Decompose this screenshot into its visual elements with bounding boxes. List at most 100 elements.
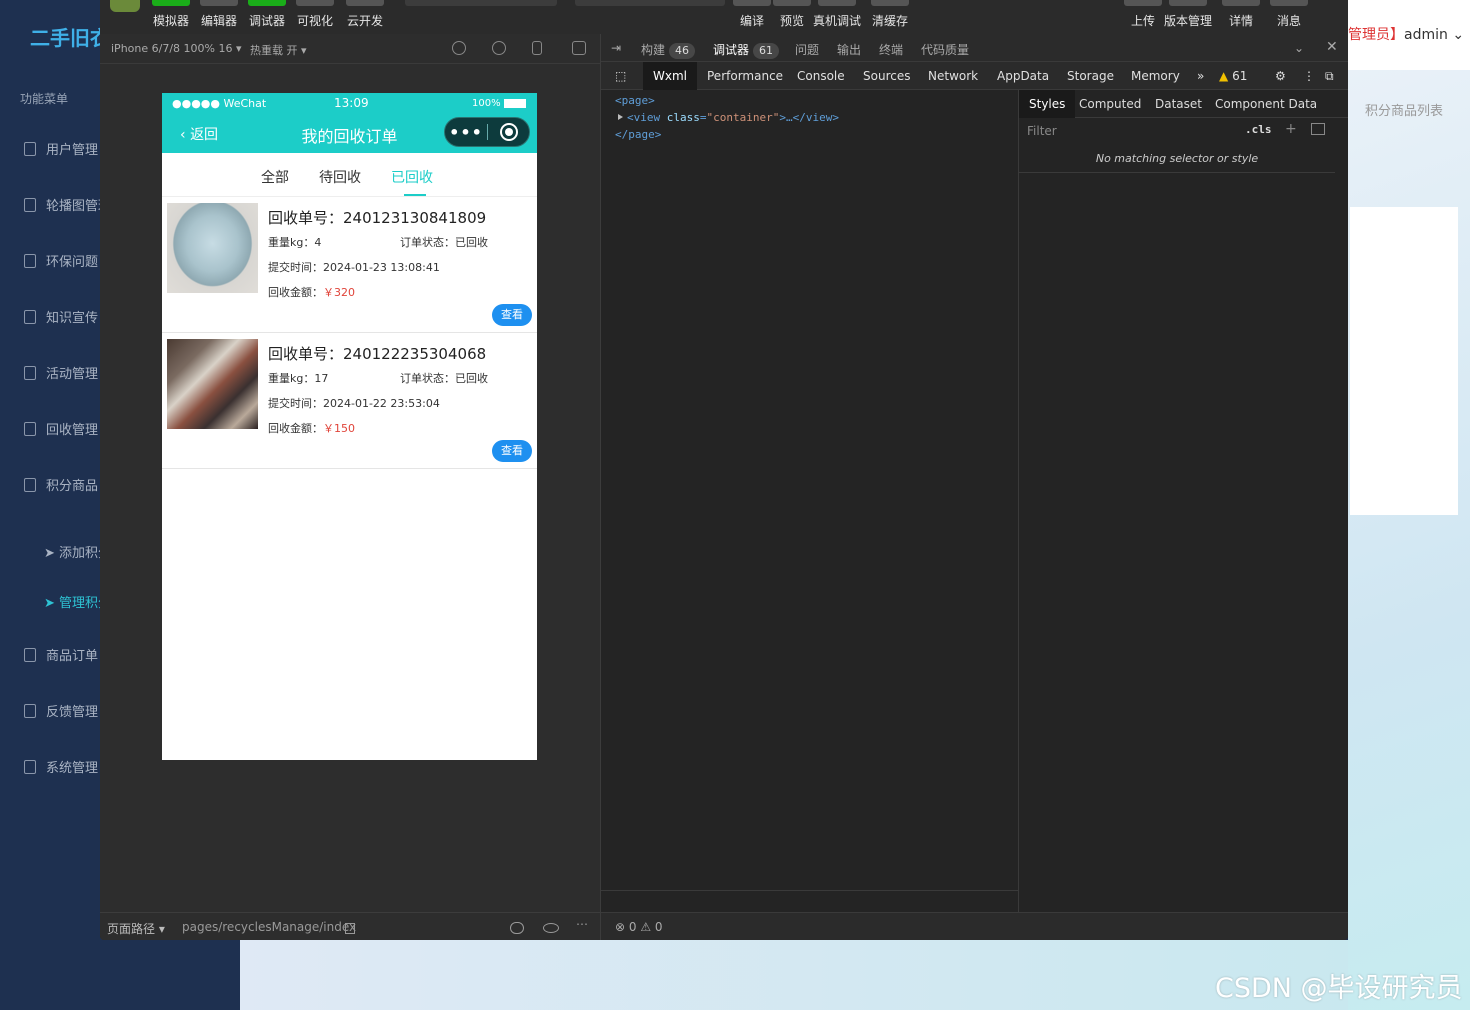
tab-appdata[interactable]: AppData	[987, 62, 1059, 90]
version-button[interactable]: 版本管理	[1164, 0, 1212, 29]
details-button[interactable]: 详情	[1222, 0, 1260, 29]
cls-toggle[interactable]: .cls	[1245, 123, 1272, 136]
simulator-bar: iPhone 6/7/8 100% 16 ▾ 热重载 开 ▾	[100, 34, 600, 64]
copy-icon[interactable]	[345, 923, 355, 934]
tab-code-quality[interactable]: 代码质量	[921, 41, 969, 58]
order-time: 提交时间：2024-01-22 23:53:04	[268, 397, 440, 410]
no-match-message: No matching selector or style	[1019, 152, 1335, 173]
wxml-view-node[interactable]: <view class="container">…</view>	[627, 111, 839, 124]
view-button[interactable]: 查看	[492, 440, 532, 462]
tab-issues[interactable]: 问题	[795, 41, 819, 58]
devtools-panel-tabs: ⬚ Wxml Performance Console Sources Netwo…	[601, 62, 1348, 90]
undock-icon[interactable]: ⧉	[1315, 62, 1344, 90]
eye-icon[interactable]	[543, 923, 559, 933]
page-path-select[interactable]: 页面路径 ▾	[107, 920, 165, 937]
sidebar-item-eco[interactable]: 环保问题	[24, 251, 98, 270]
sidebar-item-users[interactable]: 用户管理	[24, 139, 98, 158]
expand-arrow-icon[interactable]	[618, 114, 623, 120]
more-icon[interactable]: •••	[445, 123, 487, 142]
tab-component-data[interactable]: Component Data	[1205, 90, 1327, 118]
remote-debug-button[interactable]: 真机调试	[813, 0, 861, 29]
tab-sources[interactable]: Sources	[853, 62, 920, 90]
list-item[interactable]: 回收单号：240122235304068 重量kg：17 订单状态：已回收 提交…	[162, 333, 537, 469]
add-rule-icon[interactable]: +	[1285, 121, 1297, 137]
tab-all[interactable]: 全部	[261, 167, 289, 187]
order-amount: 回收金额：￥150	[268, 422, 355, 435]
sidebar-item-knowledge[interactable]: 知识宣传	[24, 307, 98, 326]
capsule-menu[interactable]: •••	[444, 117, 530, 147]
sidebar-item-banner[interactable]: 轮播图管理	[24, 195, 111, 214]
dock-icon[interactable]: ⇥	[611, 41, 621, 55]
sidebar-item-orders[interactable]: 商品订单	[24, 645, 98, 664]
error-warning-count[interactable]: ⊗ 0 ⚠ 0	[615, 920, 663, 934]
tab-styles[interactable]: Styles	[1019, 90, 1076, 118]
tab-indicator	[404, 194, 426, 196]
wxml-page-open[interactable]: <page>	[615, 94, 655, 107]
avatar[interactable]	[110, 0, 140, 18]
admin-menu[interactable]: 管理员】admin ⌄	[1348, 24, 1464, 44]
warning-count[interactable]: ▲ 61	[1209, 62, 1257, 90]
tab-output[interactable]: 输出	[837, 41, 861, 58]
hot-reload-select[interactable]: 热重载 开 ▾	[250, 42, 307, 58]
doc-icon	[24, 759, 36, 774]
device-select[interactable]: iPhone 6/7/8 100% 16 ▾	[111, 42, 242, 55]
tab-performance[interactable]: Performance	[697, 62, 793, 90]
compile-mode-select[interactable]	[575, 0, 725, 6]
order-number: 回收单号：240122235304068	[268, 345, 487, 363]
tab-memory[interactable]: Memory	[1121, 62, 1190, 90]
gear-icon[interactable]: ⚙	[1265, 62, 1296, 90]
tab-console[interactable]: Console	[787, 62, 855, 90]
editor-button[interactable]: 编辑器	[200, 0, 238, 29]
back-button[interactable]: ‹ 返回	[180, 124, 218, 144]
tab-network[interactable]: Network	[918, 62, 988, 90]
debugger-button[interactable]: 调试器	[248, 0, 286, 29]
tab-build[interactable]: 构建 46	[641, 41, 696, 59]
list-item[interactable]: 回收单号：240123130841809 重量kg：4 订单状态：已回收 提交时…	[162, 197, 537, 333]
order-tabs: 全部 待回收 已回收	[162, 153, 537, 197]
sidebar-item-system[interactable]: 系统管理	[24, 757, 98, 776]
record-icon[interactable]	[492, 41, 506, 55]
more-icon[interactable]: ⋯	[576, 917, 588, 931]
tab-wxml[interactable]: Wxml	[643, 62, 697, 90]
sidebar-item-activity[interactable]: 活动管理	[24, 363, 98, 382]
ide-toolbar: 模拟器 编辑器 调试器 可视化 云开发 编译 预览 真机调试 清缓存 上传 版本…	[100, 0, 1348, 34]
refresh-icon[interactable]	[452, 41, 466, 55]
close-mini-program-icon[interactable]	[500, 123, 518, 141]
tab-terminal[interactable]: 终端	[879, 41, 903, 58]
view-button[interactable]: 查看	[492, 304, 532, 326]
sidebar-item-feedback[interactable]: 反馈管理	[24, 701, 98, 720]
filter-input[interactable]: Filter	[1027, 124, 1057, 138]
tab-computed[interactable]: Computed	[1069, 90, 1151, 118]
sidebar-toggle-icon[interactable]	[1311, 123, 1325, 135]
chevron-down-icon[interactable]: ⌄	[1294, 41, 1304, 55]
phone-icon[interactable]	[532, 41, 542, 55]
tab-recycled[interactable]: 已回收	[391, 167, 433, 187]
order-weight: 重量kg：4	[268, 236, 322, 249]
mode-select[interactable]	[405, 0, 557, 6]
order-status: 订单状态：已回收	[400, 236, 488, 249]
sidebar-item-recycle[interactable]: 回收管理	[24, 419, 98, 438]
preview-button[interactable]: 预览	[773, 0, 811, 29]
tab-dataset[interactable]: Dataset	[1145, 90, 1212, 118]
bug-icon[interactable]	[510, 922, 524, 934]
phone-screen: ●●●●● WeChat 13:09 100% 我的回收订单 ‹ 返回 ••• …	[162, 93, 537, 760]
messages-button[interactable]: 消息	[1270, 0, 1308, 29]
tab-pending[interactable]: 待回收	[319, 167, 361, 187]
background-card	[1350, 207, 1458, 515]
popout-icon[interactable]	[572, 41, 586, 55]
wxml-page-close[interactable]: </page>	[615, 128, 661, 141]
wxml-breadcrumb-bar	[601, 890, 1018, 912]
inspect-icon[interactable]: ⬚	[605, 62, 636, 90]
cloud-button[interactable]: 云开发	[346, 0, 384, 29]
tab-debugger[interactable]: 调试器 61	[713, 41, 780, 59]
clear-cache-button[interactable]: 清缓存	[871, 0, 909, 29]
close-icon[interactable]: ✕	[1326, 39, 1338, 55]
devtools-footer: ⊗ 0 ⚠ 0	[601, 912, 1348, 940]
sidebar-item-points[interactable]: 积分商品	[24, 475, 98, 494]
compile-button[interactable]: 编译	[733, 0, 771, 29]
simulator-button[interactable]: 模拟器	[152, 0, 190, 29]
visual-button[interactable]: 可视化	[296, 0, 334, 29]
upload-button[interactable]: 上传	[1124, 0, 1162, 29]
order-thumbnail	[167, 203, 258, 293]
tab-storage[interactable]: Storage	[1057, 62, 1124, 90]
